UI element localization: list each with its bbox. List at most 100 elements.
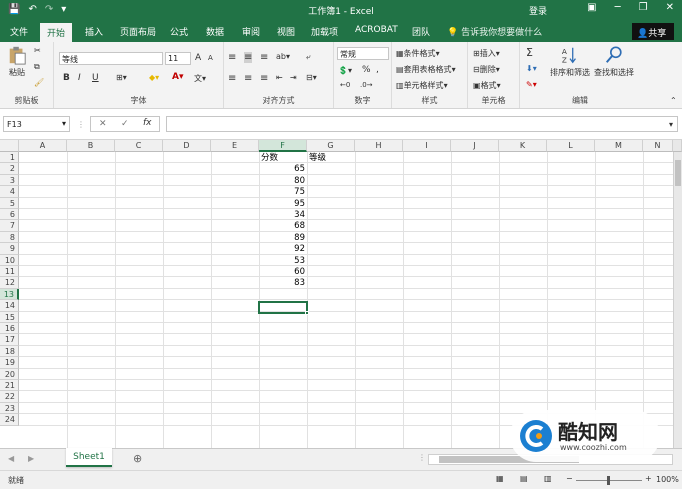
align-bottom-icon[interactable]: ≡: [260, 52, 268, 63]
cell-g1[interactable]: 等级: [309, 153, 326, 164]
collapse-ribbon-icon[interactable]: ⌃: [670, 96, 677, 105]
cell-f3[interactable]: 80: [259, 176, 305, 187]
column-header-l[interactable]: L: [547, 140, 595, 152]
minimize-icon[interactable]: ─: [615, 2, 621, 13]
align-right-icon[interactable]: ≡: [260, 73, 268, 84]
scroll-sheets-left-icon[interactable]: ◀: [8, 454, 14, 463]
row-header-21[interactable]: 21: [0, 380, 19, 392]
enter-entry-icon[interactable]: ✓: [121, 119, 129, 129]
row-header-16[interactable]: 16: [0, 323, 19, 335]
cell-f10[interactable]: 53: [259, 256, 305, 267]
zoom-slider[interactable]: [576, 476, 642, 485]
phonetic-icon[interactable]: 文▾: [194, 73, 206, 84]
fill-color-icon[interactable]: ◆▾: [149, 73, 159, 82]
orientation-icon[interactable]: ab▾: [276, 52, 290, 61]
row-header-12[interactable]: 12: [0, 277, 19, 289]
row-header-2[interactable]: 2: [0, 163, 19, 175]
zoom-level[interactable]: 100%: [656, 475, 679, 484]
column-header-n[interactable]: N: [643, 140, 673, 152]
column-header-j[interactable]: J: [451, 140, 499, 152]
tab-team[interactable]: 团队: [412, 25, 430, 38]
column-header-a[interactable]: A: [19, 140, 67, 152]
insert-cells-button[interactable]: ⊞插入▾: [473, 48, 500, 59]
autosum-button[interactable]: Σ: [526, 46, 533, 59]
select-all-corner[interactable]: [0, 140, 19, 152]
vertical-scroll-thumb[interactable]: [675, 160, 681, 186]
column-header-d[interactable]: D: [163, 140, 211, 152]
column-header-k[interactable]: K: [499, 140, 547, 152]
active-cell-f13[interactable]: [258, 301, 309, 315]
align-center-icon[interactable]: ≡: [244, 73, 252, 84]
column-header-g[interactable]: G: [307, 140, 355, 152]
row-header-3[interactable]: 3: [0, 174, 19, 187]
tab-addins[interactable]: 加载项: [311, 25, 338, 38]
scroll-sheets-right-icon[interactable]: ▶: [28, 454, 34, 463]
increase-decimal-icon[interactable]: ←0: [340, 81, 350, 89]
column-header-f[interactable]: F: [259, 140, 307, 152]
tell-me-search[interactable]: 💡 告诉我你想要做什么: [447, 25, 542, 38]
cell-f11[interactable]: 60: [259, 267, 305, 278]
sheet-tab-sheet1[interactable]: Sheet1: [66, 448, 112, 467]
underline-button[interactable]: U: [92, 73, 99, 83]
format-painter-icon[interactable]: 🖌: [34, 78, 44, 87]
row-header-7[interactable]: 7: [0, 220, 19, 232]
name-box-dropdown-icon[interactable]: ▾: [62, 119, 66, 128]
conditional-formatting-button[interactable]: ▦条件格式▾: [396, 48, 440, 59]
comma-button[interactable]: ,: [376, 65, 379, 75]
wrap-text-icon[interactable]: ⤶: [306, 52, 310, 62]
cell-f8[interactable]: 89: [259, 233, 305, 244]
merge-center-icon[interactable]: ⊟▾: [306, 73, 317, 82]
tab-review[interactable]: 审阅: [242, 25, 260, 38]
page-break-view-icon[interactable]: ▥: [544, 474, 552, 483]
row-header-1[interactable]: 1: [0, 152, 19, 164]
zoom-slider-thumb[interactable]: [607, 476, 610, 485]
row-header-15[interactable]: 15: [0, 311, 19, 323]
vertical-scrollbar[interactable]: [673, 152, 682, 448]
column-header-i[interactable]: I: [403, 140, 451, 152]
row-header-11[interactable]: 11: [0, 266, 19, 278]
number-format-combo[interactable]: 常规: [337, 47, 389, 60]
add-sheet-button[interactable]: ⊕: [133, 452, 142, 465]
row-header-8[interactable]: 8: [0, 231, 19, 244]
cell-f9[interactable]: 92: [259, 244, 305, 255]
cell-f6[interactable]: 34: [259, 210, 305, 221]
accounting-format-icon[interactable]: 💲▾: [338, 66, 352, 75]
font-size-combo[interactable]: 11: [165, 52, 191, 65]
zoom-out-icon[interactable]: −: [566, 474, 573, 483]
share-button[interactable]: 👤共享: [632, 23, 674, 40]
normal-view-icon[interactable]: ▦: [496, 474, 504, 483]
tab-view[interactable]: 视图: [277, 25, 295, 38]
tab-formulas[interactable]: 公式: [170, 25, 188, 38]
align-left-icon[interactable]: ≡: [228, 73, 236, 84]
column-header-b[interactable]: B: [67, 140, 115, 152]
row-header-9[interactable]: 9: [0, 243, 19, 255]
percent-button[interactable]: %: [362, 65, 371, 75]
cell-f2[interactable]: 65: [259, 164, 305, 175]
cut-icon[interactable]: ✂: [34, 46, 41, 55]
cell-f1[interactable]: 分数: [261, 153, 278, 164]
vertical-scrollbar-top[interactable]: [673, 140, 682, 152]
row-header-5[interactable]: 5: [0, 197, 19, 209]
align-middle-icon[interactable]: ≡: [244, 52, 253, 63]
page-layout-view-icon[interactable]: ▤: [520, 474, 528, 483]
fill-icon[interactable]: ⬇▾: [526, 64, 537, 73]
close-icon[interactable]: ✕: [666, 2, 674, 13]
row-header-18[interactable]: 18: [0, 345, 19, 358]
increase-indent-icon[interactable]: ⇥: [290, 73, 297, 82]
tab-page-layout[interactable]: 页面布局: [120, 25, 156, 38]
align-top-icon[interactable]: ≡: [228, 52, 236, 63]
column-header-c[interactable]: C: [115, 140, 163, 152]
cell-styles-button[interactable]: ▥单元格样式▾: [396, 80, 448, 91]
format-cells-button[interactable]: ▣格式▾: [473, 80, 501, 91]
column-header-h[interactable]: H: [355, 140, 403, 152]
insert-function-icon[interactable]: fx: [143, 118, 152, 128]
zoom-in-icon[interactable]: +: [645, 474, 652, 483]
row-header-19[interactable]: 19: [0, 357, 19, 369]
column-header-m[interactable]: M: [595, 140, 643, 152]
cell-f5[interactable]: 95: [259, 199, 305, 210]
decrease-indent-icon[interactable]: ⇤: [276, 73, 283, 82]
tab-home[interactable]: 开始: [40, 23, 73, 42]
copy-icon[interactable]: ⧉: [34, 62, 40, 72]
worksheet-grid[interactable]: A B C D E F G H I J K L M N 1 2 3 4 5 6 7 8 9 10 1…: [0, 140, 682, 448]
cancel-entry-icon[interactable]: ✕: [99, 119, 107, 129]
